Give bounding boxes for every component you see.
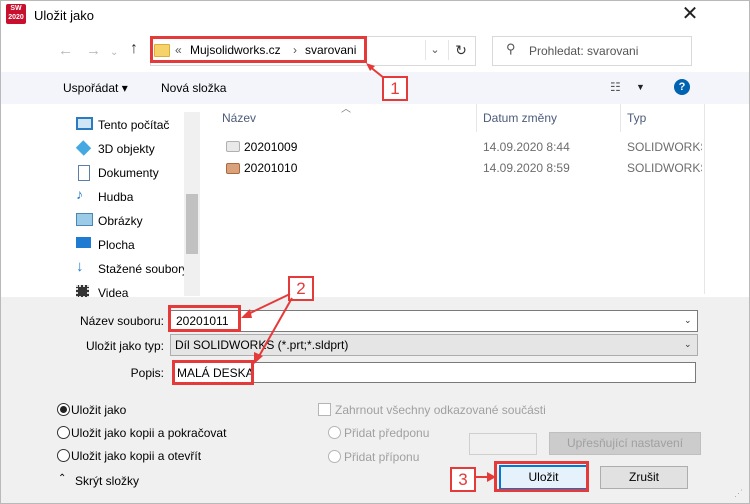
advanced-settings-button[interactable]: Upřesňující nastavení (549, 432, 701, 455)
save-as-radio[interactable] (57, 403, 70, 416)
file-row-date: 14.09.2020 8:59 (483, 161, 570, 175)
savetype-dropdown-icon[interactable]: ⌄ (684, 339, 692, 350)
filename-label: Název souboru: (79, 314, 164, 328)
close-icon[interactable]: ✕ (678, 2, 702, 28)
add-prefix-label[interactable]: Přidat předponu (344, 426, 429, 440)
help-icon[interactable]: ? (674, 79, 690, 95)
file-row-name[interactable]: 20201009 (244, 140, 297, 154)
refresh-icon[interactable]: ↻ (448, 40, 473, 60)
column-divider[interactable] (620, 104, 621, 132)
download-icon: ↓ (76, 258, 84, 275)
sort-ascending-icon: ︿ (341, 104, 351, 115)
solidworks-logo-icon: SW 2020 (6, 4, 26, 24)
chevron-up-icon[interactable]: ⌃ (58, 473, 66, 484)
column-divider[interactable] (476, 104, 477, 132)
title-bar (1, 1, 749, 32)
save-highlight-box (494, 461, 589, 492)
up-arrow-icon[interactable]: ↑ (130, 40, 138, 58)
back-arrow-icon[interactable]: ← (58, 42, 73, 59)
new-folder-button[interactable]: Nová složka (161, 81, 226, 95)
file-row-type: SOLIDWORKS Part Document (627, 161, 702, 175)
address-highlight-box (150, 36, 367, 63)
hide-folders-toggle[interactable]: Skrýt složky (75, 474, 139, 488)
search-input[interactable]: Prohledat: svarovani (529, 44, 638, 58)
save-as-label[interactable]: Uložit jako (71, 403, 126, 417)
description-label: Popis: (130, 366, 164, 380)
part-file-icon (226, 141, 240, 152)
organize-button[interactable]: Uspořádat ▾ (63, 81, 128, 95)
save-copy-open-label[interactable]: Uložit jako kopii a otevřít (71, 449, 201, 463)
view-dropdown-icon[interactable]: ▼ (636, 82, 645, 92)
resize-grip-icon[interactable]: ⋰ (734, 488, 743, 499)
cancel-button[interactable]: Zrušit (600, 466, 688, 489)
affix-input[interactable] (469, 433, 537, 455)
column-header-name[interactable]: Název (222, 111, 256, 125)
filename-dropdown-icon[interactable]: ⌄ (684, 315, 692, 326)
music-icon: ♪ (76, 186, 83, 202)
picture-icon (76, 213, 93, 226)
annotation-arrow-2 (241, 293, 293, 364)
window-title: Uložit jako (34, 8, 94, 23)
sidebar-item-label: Obrázky (98, 214, 143, 228)
annotation-arrow-1 (366, 63, 385, 79)
annotation-arrow-3 (474, 472, 496, 482)
view-options-icon[interactable]: ☷ (610, 80, 621, 94)
computer-icon (76, 117, 93, 130)
file-row-type: SOLIDWORKS Part Document (627, 140, 702, 154)
add-suffix-label[interactable]: Přidat příponu (344, 450, 419, 464)
column-header-date[interactable]: Datum změny (483, 111, 557, 125)
search-icon: ⚲ (506, 41, 516, 56)
sidebar-item-label: 3D objekty (98, 142, 155, 156)
save-copy-continue-label[interactable]: Uložit jako kopii a pokračovat (71, 426, 226, 440)
list-divider (704, 104, 705, 294)
add-suffix-radio[interactable] (328, 450, 341, 463)
column-header-type[interactable]: Typ (627, 111, 646, 125)
filename-highlight-box (168, 305, 241, 332)
include-references-label[interactable]: Zahrnout všechny odkazované součásti (335, 403, 546, 417)
forward-arrow-icon[interactable]: → (86, 42, 101, 59)
part-file-icon (226, 163, 240, 174)
save-copy-continue-radio[interactable] (57, 426, 70, 439)
document-icon (78, 165, 90, 181)
sidebar-item-label: Dokumenty (98, 166, 159, 180)
sidebar-item-label: Hudba (98, 190, 134, 204)
save-copy-open-radio[interactable] (57, 449, 70, 462)
file-row-name[interactable]: 20201010 (244, 161, 297, 175)
include-references-checkbox[interactable] (318, 403, 331, 416)
desktop-icon (76, 237, 91, 248)
add-prefix-radio[interactable] (328, 426, 341, 439)
sidebar-item-label: Plocha (98, 238, 135, 252)
address-dropdown-icon[interactable]: ⌄ (425, 40, 444, 60)
savetype-label: Uložit jako typ: (85, 339, 164, 353)
sidebar-item-label: Stažené soubory (98, 262, 189, 276)
sidebar-item-label: Tento počítač (98, 118, 170, 132)
recent-locations-icon[interactable]: ⌄ (110, 47, 118, 58)
file-row-date: 14.09.2020 8:44 (483, 140, 570, 154)
sidebar-scroll-thumb[interactable] (186, 194, 198, 254)
